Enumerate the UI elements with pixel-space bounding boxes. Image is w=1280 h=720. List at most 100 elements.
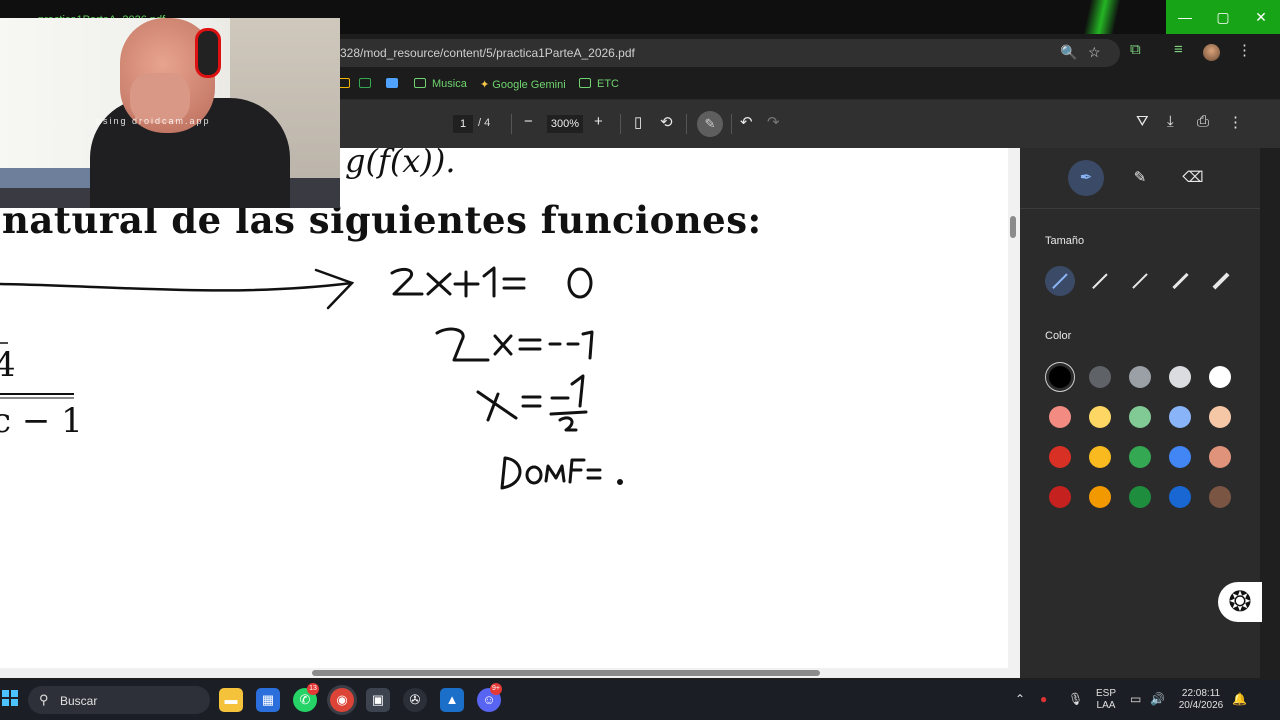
screen: practica1ParteA_2026.pdf — ▢ ✕ 328/mod_r… bbox=[0, 0, 1280, 720]
store-icon[interactable]: ▦ bbox=[256, 688, 280, 712]
bookmark-star-icon[interactable]: ☆ bbox=[1088, 44, 1101, 61]
color-swatch[interactable] bbox=[1089, 366, 1111, 388]
size-option-2[interactable] bbox=[1085, 266, 1115, 296]
clock[interactable]: 22:08:11 20/4/2026 bbox=[1172, 688, 1230, 712]
zoom-in-button[interactable]: + bbox=[594, 113, 603, 130]
printed-fraction: 4 c − 1 bbox=[0, 342, 83, 441]
redo-icon[interactable]: ↷ bbox=[767, 113, 780, 131]
size-label: Tamaño bbox=[1045, 235, 1085, 247]
color-swatch[interactable] bbox=[1169, 366, 1191, 388]
extensions-icon[interactable]: ⧉ bbox=[1130, 41, 1141, 58]
discord-badge: 9+ bbox=[490, 683, 502, 695]
size-option-4[interactable] bbox=[1165, 266, 1195, 296]
windows-start-icon[interactable] bbox=[2, 690, 18, 706]
recorder-app-icon[interactable]: ✇ bbox=[403, 688, 427, 712]
browser-menu-icon[interactable]: ⋮ bbox=[1237, 41, 1252, 59]
search-placeholder: Buscar bbox=[60, 694, 98, 708]
handwriting-layer: 4 c − 1 bbox=[0, 266, 623, 490]
rotate-icon[interactable]: ⟲ bbox=[660, 113, 673, 131]
color-swatch[interactable] bbox=[1169, 486, 1191, 508]
save-to-drive-icon[interactable]: ⛛ bbox=[1136, 113, 1149, 130]
chrome-icon[interactable]: ◉ bbox=[330, 688, 354, 712]
eraser-icon: ⌫ bbox=[1182, 169, 1204, 186]
download-icon[interactable]: ⤓ bbox=[1167, 113, 1174, 130]
color-swatch[interactable] bbox=[1209, 366, 1231, 388]
more-options-icon[interactable]: ⋮ bbox=[1228, 113, 1243, 131]
color-swatch[interactable] bbox=[1209, 446, 1231, 468]
language-indicator[interactable]: ESP LAA bbox=[1094, 688, 1118, 712]
bookmark-musica[interactable]: Musica bbox=[414, 78, 467, 90]
color-label: Color bbox=[1045, 330, 1072, 342]
print-icon[interactable]: ⎙ bbox=[1197, 113, 1209, 130]
fit-page-icon[interactable]: ▯ bbox=[634, 113, 642, 131]
microphone-icon[interactable]: 🎙 bbox=[1068, 692, 1083, 706]
color-swatch[interactable] bbox=[1129, 406, 1151, 428]
clock-time: 22:08:11 bbox=[1181, 688, 1221, 699]
color-swatch[interactable] bbox=[1089, 406, 1111, 428]
tray-overflow-icon[interactable]: ⌃ bbox=[1015, 692, 1025, 706]
color-swatch[interactable] bbox=[1209, 406, 1231, 428]
media-controls-icon[interactable]: ≡ bbox=[1174, 41, 1183, 58]
pen-icon: ✒ bbox=[1079, 169, 1093, 186]
copilot-button[interactable]: ❂ bbox=[1218, 582, 1262, 622]
horizontal-scroll-thumb[interactable] bbox=[312, 670, 820, 676]
color-swatch[interactable] bbox=[1089, 486, 1111, 508]
pdf-page[interactable]: g(f(x)). natural de las siguientes funci… bbox=[0, 148, 1010, 678]
maximize-button[interactable]: ▢ bbox=[1204, 0, 1242, 34]
vertical-scrollbar[interactable] bbox=[1008, 148, 1020, 678]
bookmark-folder-blue[interactable] bbox=[386, 78, 404, 90]
close-button[interactable]: ✕ bbox=[1242, 0, 1280, 34]
fraction-denominator: c − 1 bbox=[0, 401, 83, 441]
size-option-5[interactable] bbox=[1205, 266, 1235, 296]
omnibox[interactable]: 328/mod_resource/content/5/practica1Part… bbox=[300, 39, 1120, 67]
panel-divider bbox=[1020, 208, 1260, 209]
bookmark-drive[interactable] bbox=[338, 78, 356, 90]
color-swatch[interactable] bbox=[1049, 406, 1071, 428]
webcam-watermark: using droidcam.app bbox=[96, 116, 211, 126]
page-number-input[interactable]: 1 bbox=[453, 115, 473, 133]
terminal-app-icon[interactable]: ▣ bbox=[366, 688, 390, 712]
zoom-out-button[interactable]: − bbox=[524, 113, 533, 130]
size-option-1[interactable] bbox=[1045, 266, 1075, 296]
copilot-icon: ❂ bbox=[1228, 586, 1252, 617]
eraser-tool-button[interactable]: ⌫ bbox=[1175, 160, 1211, 196]
color-swatch[interactable] bbox=[1129, 446, 1151, 468]
color-swatch[interactable] bbox=[1209, 486, 1231, 508]
bookmark-drive-2[interactable] bbox=[359, 78, 377, 90]
pen-tool-button[interactable]: ✒ bbox=[1068, 160, 1104, 196]
handwritten-equation-1 bbox=[390, 266, 593, 299]
notifications-icon[interactable]: 🔔 bbox=[1232, 692, 1247, 706]
color-swatch[interactable] bbox=[1129, 366, 1151, 388]
taskbar: ⚲ Buscar ▬ ▦ ✆ 13 ◉ ▣ ✇ ▲ ☺ 9+ ⌃ ● 🎙 ESP… bbox=[0, 680, 1280, 720]
bookmark-label: Google Gemini bbox=[492, 79, 566, 91]
google-drive-icon bbox=[359, 78, 371, 88]
color-swatch[interactable] bbox=[1169, 446, 1191, 468]
undo-icon[interactable]: ↶ bbox=[740, 113, 753, 131]
tray-app-icon[interactable]: ● bbox=[1040, 692, 1047, 706]
language-code: ESP bbox=[1095, 688, 1116, 699]
bookmark-gemini[interactable]: ✦ Google Gemini bbox=[480, 78, 566, 91]
volume-icon[interactable]: 🔊 bbox=[1150, 692, 1165, 706]
minimize-button[interactable]: — bbox=[1166, 0, 1204, 34]
photos-app-icon[interactable]: ▲ bbox=[440, 688, 464, 712]
zoom-icon[interactable]: 🔍 bbox=[1060, 44, 1077, 61]
color-swatch[interactable] bbox=[1129, 486, 1151, 508]
network-icon[interactable]: ▭ bbox=[1130, 692, 1141, 706]
color-swatch[interactable] bbox=[1049, 486, 1071, 508]
zoom-level-input[interactable]: 300% bbox=[547, 115, 583, 133]
url-text[interactable]: 328/mod_resource/content/5/practica1Part… bbox=[340, 46, 635, 60]
size-option-3[interactable] bbox=[1125, 266, 1155, 296]
color-swatch[interactable] bbox=[1049, 446, 1071, 468]
color-swatch[interactable] bbox=[1049, 366, 1071, 388]
color-swatch[interactable] bbox=[1169, 406, 1191, 428]
horizontal-scrollbar[interactable] bbox=[0, 668, 1008, 678]
file-explorer-icon[interactable]: ▬ bbox=[219, 688, 243, 712]
whatsapp-badge: 13 bbox=[307, 683, 319, 695]
vertical-scroll-thumb[interactable] bbox=[1010, 216, 1016, 238]
profile-avatar[interactable] bbox=[1203, 44, 1220, 61]
color-swatch[interactable] bbox=[1089, 446, 1111, 468]
taskbar-search[interactable]: ⚲ Buscar bbox=[28, 686, 210, 714]
highlighter-tool-button[interactable]: ✎ bbox=[1122, 160, 1158, 196]
annotate-button[interactable]: ✎ bbox=[697, 111, 723, 137]
bookmark-etc[interactable]: ETC bbox=[579, 78, 619, 90]
